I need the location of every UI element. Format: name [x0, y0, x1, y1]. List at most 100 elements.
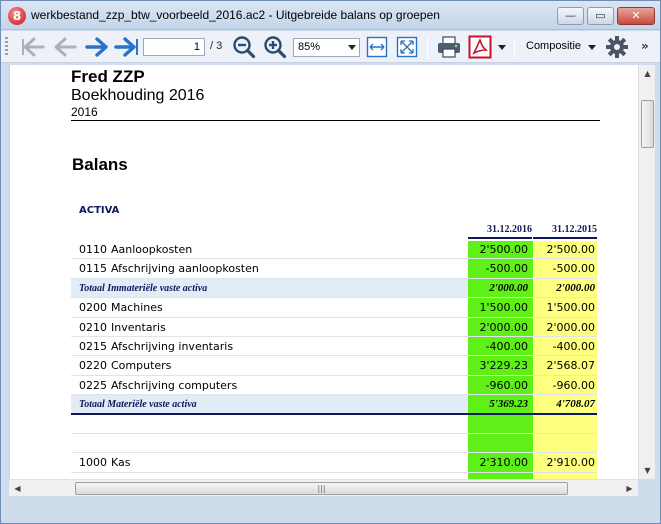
layout-select[interactable]: Compositie [526, 40, 581, 52]
account-description: Inventaris [111, 320, 166, 334]
pdf-options-chevron-down-icon[interactable] [498, 45, 506, 50]
table-row: 0200 Machines 1'500.00 1'500.00 [71, 298, 597, 318]
amount-current-year: 2'500.00 [479, 243, 528, 256]
account-number: 0115 [79, 262, 107, 276]
table-row: 1000 Kas 2'310.00 2'910.00 [71, 453, 597, 473]
amount-previous-year: 2'568.07 [546, 359, 595, 373]
zoom-out-icon[interactable] [231, 35, 257, 59]
fit-page-icon[interactable] [395, 35, 419, 59]
account-number: 0210 [79, 320, 107, 334]
maximize-button[interactable]: ▭ [587, 7, 614, 25]
report-year: 2016 [71, 105, 98, 119]
header-divider [71, 120, 600, 121]
amount-current-year: 2'000.00 [489, 281, 528, 294]
column-header-previous: 31.12.2015 [552, 224, 597, 235]
amount-previous-year: 2'500.00 [546, 243, 595, 256]
amount-current-year: 3'229.23 [479, 359, 528, 373]
report-viewport[interactable]: Fred ZZP Boekhouding 2016 2016 Balans AC… [9, 65, 638, 479]
zoom-select[interactable]: 85% [293, 38, 360, 57]
account-description: Computers [111, 359, 172, 373]
vertical-scroll-thumb[interactable] [641, 100, 654, 148]
column-header-underline [468, 237, 532, 239]
horizontal-scroll-thumb[interactable]: ||| [75, 482, 568, 495]
toolbar-overflow-button[interactable]: » [641, 39, 649, 53]
minimize-button[interactable]: — [557, 7, 584, 25]
scroll-down-icon[interactable]: ▼ [639, 462, 656, 479]
column-header-current: 31.12.2016 [487, 224, 532, 235]
next-page-icon[interactable] [83, 35, 111, 59]
chevron-down-icon[interactable] [588, 45, 596, 50]
amount-previous-year: -960.00 [552, 378, 595, 392]
table-row: 0210 Inventaris 2'000.00 2'000.00 [71, 318, 597, 337]
account-description: Afschrijving inventaris [111, 339, 234, 353]
amount-current-year: -400.00 [485, 339, 528, 353]
page-number-input[interactable]: 1 [143, 38, 205, 56]
report-subtitle: Boekhouding 2016 [71, 87, 205, 104]
account-number: 0110 [79, 243, 107, 256]
report-title: Balans [72, 155, 128, 174]
print-icon[interactable] [434, 35, 464, 59]
account-number: 0215 [79, 339, 107, 353]
company-name: Fred ZZP [71, 67, 145, 86]
page-total-label: / 3 [210, 40, 223, 52]
app-window: 8 werkbestand_zzp_btw_voorbeeld_2016.ac2… [0, 0, 661, 524]
first-page-icon[interactable] [19, 35, 47, 59]
toolbar: 1 / 3 85% Compositie » [1, 31, 660, 63]
account-description: Aanloopkosten [111, 243, 193, 256]
scroll-right-icon[interactable]: ▶ [621, 480, 638, 497]
amount-current-year: 2'000.00 [479, 320, 528, 334]
settings-icon[interactable] [603, 35, 631, 59]
fit-width-icon[interactable] [365, 35, 389, 59]
toolbar-separator [427, 37, 428, 59]
scroll-up-icon[interactable]: ▲ [639, 65, 656, 82]
account-number: 0220 [79, 359, 107, 373]
account-description: Afschrijving aanloopkosten [111, 262, 259, 276]
title-bar[interactable]: 8 werkbestand_zzp_btw_voorbeeld_2016.ac2… [1, 1, 660, 30]
chevron-down-icon [348, 45, 356, 50]
account-description: Totaal Immateriële vaste activa [79, 282, 208, 294]
toolbar-separator [514, 37, 515, 59]
account-description: Afschrijving computers [111, 378, 238, 392]
section-heading: ACTIVA [79, 205, 120, 216]
previous-page-icon[interactable] [51, 35, 79, 59]
close-button[interactable]: ✕ [617, 7, 655, 25]
table-row: 0215 Afschrijving inventaris -400.00 -400.0… [71, 337, 597, 357]
scroll-left-icon[interactable]: ◀ [9, 480, 26, 497]
amount-previous-year: 4'708.07 [556, 398, 595, 411]
account-description: Totaal Materiële vaste activa [79, 399, 197, 411]
table-total-row: Totaal Immateriële vaste activa 2'000.00 2… [71, 278, 597, 299]
vertical-scrollbar[interactable]: ▲ ▼ [638, 65, 655, 479]
amount-current-year: 1'500.00 [479, 301, 528, 315]
table-row: 0220 Computers 3'229.23 2'568.07 [71, 356, 597, 376]
amount-current-year: -500.00 [485, 262, 528, 276]
toolbar-grip[interactable] [5, 37, 8, 57]
table-row: 0225 Afschrijving computers -960.00 -960.00 [71, 376, 597, 396]
horizontal-scrollbar[interactable]: ◀ ||| ▶ [9, 479, 638, 496]
account-number: 0200 [79, 301, 107, 315]
amount-current-year: 5'369.23 [489, 398, 528, 411]
amount-current-year: -960.00 [485, 378, 528, 392]
account-description: Kas [111, 456, 131, 470]
app-logo-icon: 8 [8, 7, 26, 25]
zoom-value: 85% [298, 41, 321, 53]
column-header-underline [533, 237, 597, 239]
table-total-row: Totaal Materiële vaste activa 5'369.23 4'7… [71, 395, 597, 415]
account-number: 0225 [79, 378, 107, 392]
account-description: Machines [111, 301, 163, 315]
amount-previous-year: 2'910.00 [546, 456, 595, 470]
amount-previous-year: 2'000.00 [546, 320, 595, 334]
amount-previous-year: -500.00 [552, 262, 595, 276]
table-row: 0110 Aanloopkosten 2'500.00 2'500.00 [71, 240, 597, 260]
last-page-icon[interactable] [113, 35, 141, 59]
amount-previous-year: -400.00 [552, 339, 595, 353]
pdf-icon[interactable] [467, 35, 493, 59]
table-row [71, 434, 597, 454]
table-row: 0115 Afschrijving aanloopkosten -500.00 -50… [71, 259, 597, 279]
balance-table: 0110 Aanloopkosten 2'500.00 2'500.00 0115 Afs… [71, 240, 597, 473]
table-row [71, 415, 597, 434]
window-title: werkbestand_zzp_btw_voorbeeld_2016.ac2 -… [31, 8, 440, 22]
amount-previous-year: 1'500.00 [546, 301, 595, 315]
status-bar [1, 497, 660, 523]
amount-current-year: 2'310.00 [479, 456, 528, 470]
zoom-in-icon[interactable] [262, 35, 288, 59]
